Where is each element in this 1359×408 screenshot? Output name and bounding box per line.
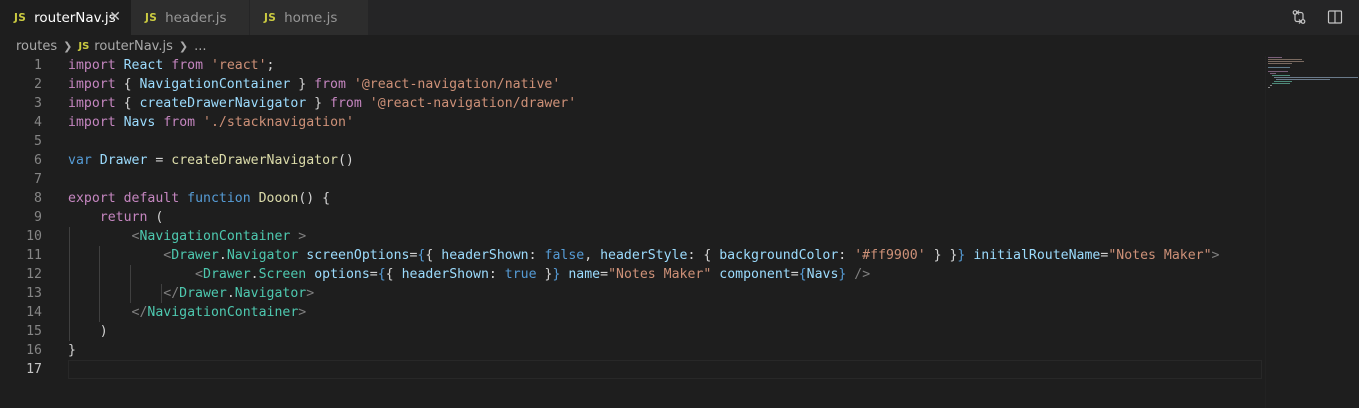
tab-label: header.js (165, 9, 227, 26)
code-text: </NavigationContainer> (131, 305, 307, 320)
code-text: import { createDrawerNavigator } from '@… (68, 96, 577, 111)
line-number: 14 (26, 305, 42, 320)
code-line: 7 (0, 170, 1359, 189)
code-text: ) (68, 324, 108, 339)
code-text: <NavigationContainer > (131, 229, 307, 244)
close-icon[interactable]: ✕ (109, 9, 121, 25)
compare-changes-icon[interactable] (1289, 7, 1309, 27)
code-line: 5 (0, 132, 1359, 151)
code-line: 11 <Drawer.Navigator screenOptions={{ he… (0, 246, 1359, 265)
js-file-icon: JS (78, 40, 90, 52)
js-file-icon: JS (14, 11, 27, 24)
js-file-icon: JS (264, 11, 277, 24)
code-text: import Navs from './stacknavigation' (68, 115, 354, 130)
code-line: 2 import { NavigationContainer } from '@… (0, 75, 1359, 94)
code-line: 8 export default function Dooon() { (0, 189, 1359, 208)
code-line: 13 </Drawer.Navigator> (0, 284, 1359, 303)
line-number: 5 (34, 134, 42, 149)
tab-routernav[interactable]: JS routerNav.js ✕ (0, 0, 131, 35)
breadcrumb-folder[interactable]: routes (16, 39, 57, 54)
split-editor-icon[interactable] (1325, 7, 1345, 27)
code-line: 9 return ( (0, 208, 1359, 227)
code-text: </Drawer.Navigator> (163, 286, 315, 301)
code-text: return ( (99, 210, 164, 225)
tab-label: routerNav.js (34, 9, 116, 26)
code-line: 12 <Drawer.Screen options={{ headerShown… (0, 265, 1359, 284)
code-line: 16 } (0, 341, 1359, 360)
code-line: 15 ) (0, 322, 1359, 341)
js-file-icon: JS (145, 11, 158, 24)
line-number: 11 (26, 248, 42, 263)
tab-label: home.js (284, 9, 338, 26)
line-number: 12 (26, 267, 42, 282)
breadcrumb: routes ❯ JS routerNav.js ❯ ... (16, 35, 207, 57)
code-text: var Drawer = createDrawerNavigator() (68, 153, 354, 168)
minimap[interactable] (1266, 57, 1359, 97)
code-line: 6 var Drawer = createDrawerNavigator() (0, 151, 1359, 170)
line-number: 7 (34, 172, 42, 187)
code-text: export default function Dooon() { (68, 191, 331, 206)
line-number: 8 (34, 191, 42, 206)
line-number: 4 (34, 115, 42, 130)
line-number: 1 (34, 58, 42, 73)
code-text: import React from 'react'; (68, 58, 275, 73)
code-text: <Drawer.Screen options={{ headerShown: t… (195, 267, 871, 282)
editor-actions (1289, 7, 1345, 27)
chevron-right-icon: ❯ (63, 39, 73, 53)
code-line: 3 import { createDrawerNavigator } from … (0, 94, 1359, 113)
line-number: 6 (34, 153, 42, 168)
line-number: 16 (26, 343, 42, 358)
code-line: 14 </NavigationContainer> (0, 303, 1359, 322)
line-number: 15 (26, 324, 42, 339)
code-line: 10 <NavigationContainer > (0, 227, 1359, 246)
line-number: 9 (34, 210, 42, 225)
tab-header[interactable]: JS header.js (131, 0, 249, 35)
breadcrumb-file[interactable]: routerNav.js (94, 39, 173, 54)
scrollbar-track[interactable] (1265, 56, 1266, 408)
line-number: 10 (26, 229, 42, 244)
editor-tab-bar: JS routerNav.js ✕ JS header.js JS home.j… (0, 0, 1359, 35)
code-text: } (68, 343, 76, 358)
code-editor[interactable]: 1 import React from 'react'; 2 import { … (0, 56, 1359, 408)
line-number: 2 (34, 77, 42, 92)
line-number: 3 (34, 96, 42, 111)
code-line: 4 import Navs from './stacknavigation' (0, 113, 1359, 132)
code-text: import { NavigationContainer } from '@re… (68, 77, 561, 92)
breadcrumb-more[interactable]: ... (194, 39, 206, 54)
code-text: <Drawer.Navigator screenOptions={{ heade… (163, 248, 1220, 263)
tab-home[interactable]: JS home.js (250, 0, 368, 35)
chevron-right-icon: ❯ (178, 39, 189, 53)
line-number: 13 (26, 286, 42, 301)
code-line: 1 import React from 'react'; (0, 56, 1359, 75)
code-line: 17 (0, 360, 1359, 379)
line-number: 17 (26, 362, 42, 377)
